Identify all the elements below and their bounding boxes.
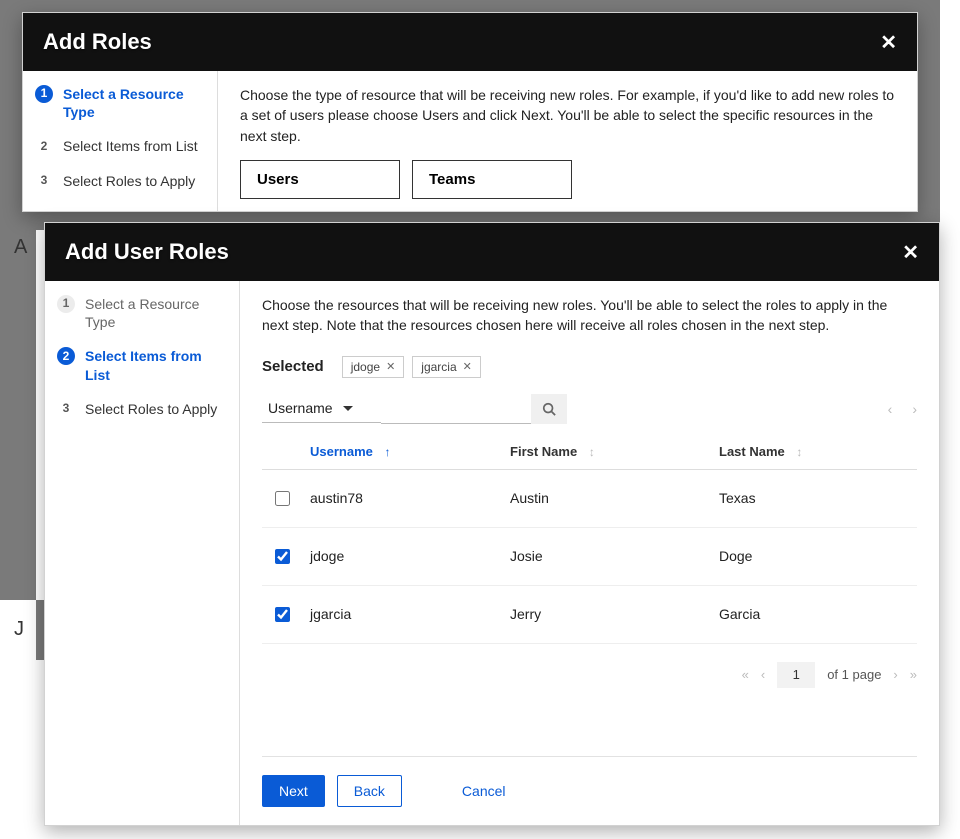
step-number: 3 <box>35 172 53 190</box>
row-checkbox[interactable] <box>275 607 290 622</box>
bg-letter-j: J <box>14 618 24 641</box>
step-instruction: Choose the type of resource that will be… <box>240 85 895 146</box>
selected-label: Selected <box>262 358 324 375</box>
step-select-roles[interactable]: 3 Select Roles to Apply <box>57 400 227 418</box>
remove-chip-icon[interactable]: ✕ <box>463 360 472 373</box>
next-page-icon[interactable]: › <box>912 401 917 417</box>
resource-type-teams-button[interactable]: Teams <box>412 160 572 199</box>
modal-add-roles: Add Roles ✕ 1 Select a Resource Type 2 S… <box>22 12 918 212</box>
modal-header: Add Roles ✕ <box>23 13 917 71</box>
col-username[interactable]: Username ↑ <box>302 434 502 470</box>
search-input[interactable] <box>381 394 531 424</box>
chevron-down-icon <box>343 406 353 411</box>
cell-username: jdoge <box>302 527 502 585</box>
step-label: Select a Resource Type <box>85 295 227 331</box>
first-page-icon[interactable]: « <box>742 667 749 682</box>
cell-first-name: Austin <box>502 469 711 527</box>
prev-page-icon[interactable]: ‹ <box>761 667 765 682</box>
last-page-icon[interactable]: » <box>910 667 917 682</box>
filter-field-label: Username <box>268 400 333 416</box>
chip-label: jgarcia <box>421 360 456 374</box>
step-label: Select Items from List <box>63 137 198 155</box>
step-number: 2 <box>57 347 75 365</box>
row-checkbox[interactable] <box>275 491 290 506</box>
search-icon <box>542 402 556 416</box>
step-label: Select Roles to Apply <box>85 400 217 418</box>
step-number: 2 <box>35 137 53 155</box>
step-number: 1 <box>35 85 53 103</box>
step-select-roles[interactable]: 3 Select Roles to Apply <box>35 172 205 190</box>
wizard-steps: 1 Select a Resource Type 2 Select Items … <box>45 281 240 825</box>
cancel-button[interactable]: Cancel <box>454 776 514 806</box>
cell-username: austin78 <box>302 469 502 527</box>
prev-page-icon[interactable]: ‹ <box>888 401 893 417</box>
backdrop-left <box>0 230 36 600</box>
cell-first-name: Josie <box>502 527 711 585</box>
chip-jgarcia: jgarcia ✕ <box>412 356 481 378</box>
chip-jdoge: jdoge ✕ <box>342 356 405 378</box>
modal-title: Add User Roles <box>65 239 229 265</box>
resource-type-users-button[interactable]: Users <box>240 160 400 199</box>
selected-chips: jdoge ✕ jgarcia ✕ <box>342 356 481 378</box>
page-number-input[interactable] <box>777 662 815 688</box>
next-page-icon[interactable]: › <box>893 667 897 682</box>
cell-last-name: Texas <box>711 469 917 527</box>
chip-label: jdoge <box>351 360 380 374</box>
next-button[interactable]: Next <box>262 775 325 807</box>
cell-username: jgarcia <box>302 585 502 643</box>
col-first-name[interactable]: First Name ↕ <box>502 434 711 470</box>
filter-field-select[interactable]: Username <box>262 394 381 423</box>
cell-last-name: Garcia <box>711 585 917 643</box>
back-button[interactable]: Back <box>337 775 402 807</box>
cell-first-name: Jerry <box>502 585 711 643</box>
search-button[interactable] <box>531 394 567 424</box>
modal-title: Add Roles <box>43 29 152 55</box>
col-checkbox <box>262 434 302 470</box>
step-label: Select Items from List <box>85 347 227 383</box>
step-label: Select Roles to Apply <box>63 172 195 190</box>
step-instruction: Choose the resources that will be receiv… <box>262 295 917 336</box>
step-select-resource-type[interactable]: 1 Select a Resource Type <box>35 85 205 121</box>
sort-icon: ↕ <box>589 445 595 459</box>
col-last-name[interactable]: Last Name ↕ <box>711 434 917 470</box>
table-row: austin78 Austin Texas <box>262 469 917 527</box>
wizard-footer: Next Back Cancel <box>262 756 917 807</box>
modal-header: Add User Roles ✕ <box>45 223 939 281</box>
close-icon[interactable]: ✕ <box>880 30 897 55</box>
modal-add-user-roles: Add User Roles ✕ 1 Select a Resource Typ… <box>44 222 940 826</box>
step-number: 1 <box>57 295 75 313</box>
step-select-resource-type[interactable]: 1 Select a Resource Type <box>57 295 227 331</box>
sort-asc-icon: ↑ <box>385 445 391 459</box>
table-row: jgarcia Jerry Garcia <box>262 585 917 643</box>
sort-icon: ↕ <box>796 445 802 459</box>
step-select-items[interactable]: 2 Select Items from List <box>35 137 205 155</box>
bg-letter-a: A <box>14 236 27 259</box>
users-table: Username ↑ First Name ↕ Last Name ↕ <box>262 434 917 644</box>
row-checkbox[interactable] <box>275 549 290 564</box>
pagination: « ‹ of 1 page › » <box>262 662 917 688</box>
cell-last-name: Doge <box>711 527 917 585</box>
step-select-items[interactable]: 2 Select Items from List <box>57 347 227 383</box>
remove-chip-icon[interactable]: ✕ <box>386 360 395 373</box>
page-total-label: of 1 page <box>827 667 881 682</box>
close-icon[interactable]: ✕ <box>902 240 919 265</box>
step-number: 3 <box>57 400 75 418</box>
wizard-steps: 1 Select a Resource Type 2 Select Items … <box>23 71 218 211</box>
step-label: Select a Resource Type <box>63 85 205 121</box>
table-row: jdoge Josie Doge <box>262 527 917 585</box>
